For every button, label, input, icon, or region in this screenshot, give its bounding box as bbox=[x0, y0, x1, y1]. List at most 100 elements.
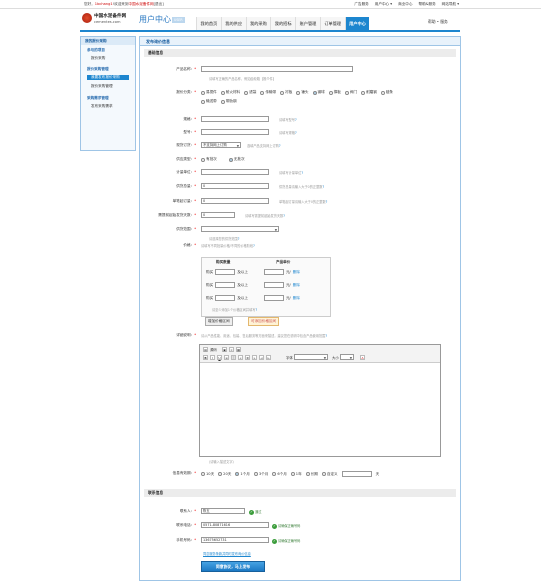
sidebar-item-publish-demand[interactable]: 发布采购需求 bbox=[91, 104, 113, 109]
tier-delete-link[interactable]: 删除 bbox=[293, 296, 300, 301]
top-link-ads[interactable]: 广告服务 bbox=[354, 2, 368, 7]
category-radio-row-1: 易损件 耐火材料 滤袋 传输带 衬板 锤头 钢球 撑板 阀门 耐磨钢 链条 bbox=[201, 90, 393, 95]
spec-hint: 请填写型号? bbox=[279, 118, 297, 122]
unit-input[interactable] bbox=[201, 169, 269, 175]
sidebar-item-quote-purchase[interactable]: 报价采购 bbox=[91, 56, 105, 61]
sidebar-section-demand[interactable]: 采购需求管理 bbox=[87, 96, 109, 101]
price-tier-tip: 可添加价格区间 bbox=[248, 317, 280, 326]
ordered-list-icon[interactable]: ≡ bbox=[224, 355, 229, 360]
align-center-icon[interactable]: ≣ bbox=[245, 355, 250, 360]
tier-qty-input[interactable] bbox=[215, 282, 236, 288]
validity-radios: 10天 20天 1个月 3个月 6个月 1年 长期 自定义 天 bbox=[201, 471, 379, 477]
submit-button[interactable]: 同意协议，马上发布 bbox=[201, 561, 265, 572]
tier-delete-link[interactable]: 删除 bbox=[293, 283, 300, 288]
validity-option-selected[interactable]: 1个月 bbox=[235, 472, 250, 477]
nav-user-center[interactable]: 用户中心 bbox=[344, 17, 370, 30]
unordered-list-icon[interactable]: ☰ bbox=[231, 355, 236, 360]
contact-name-input[interactable]: 陈五 bbox=[201, 508, 245, 514]
category-option[interactable]: 撑板 bbox=[328, 90, 341, 95]
size-select[interactable]: ▼ bbox=[340, 354, 354, 360]
paste-icon[interactable]: ▤ bbox=[203, 347, 208, 352]
tier-price-input[interactable] bbox=[263, 282, 284, 288]
category-option[interactable]: 传输带 bbox=[260, 90, 276, 95]
sidebar-item-quote-list[interactable]: 报价采购管理 bbox=[91, 84, 113, 89]
indent-icon[interactable]: ⇥ bbox=[259, 355, 264, 360]
bold-icon[interactable]: B bbox=[203, 355, 208, 360]
category-option[interactable]: 耐火材料 bbox=[220, 90, 240, 95]
user-center-label: 用户中心 bbox=[139, 15, 171, 24]
validity-option[interactable]: 1年 bbox=[290, 472, 302, 477]
chevron-down-icon: ▼ bbox=[236, 144, 239, 148]
model-input[interactable] bbox=[201, 129, 269, 135]
category-option[interactable]: 易损件 bbox=[201, 90, 217, 95]
top-link-help[interactable]: 帮助&服务 bbox=[418, 2, 435, 7]
validity-days-input[interactable] bbox=[341, 471, 372, 477]
contact-name-label: 联系人：* bbox=[179, 509, 196, 513]
tier-qty-input[interactable] bbox=[215, 295, 236, 301]
sidebar-section-projects[interactable]: 参与的项目 bbox=[87, 48, 105, 53]
link-icon[interactable]: ∞ bbox=[229, 347, 234, 352]
outdent-icon[interactable]: ⇤ bbox=[266, 355, 271, 360]
username-link[interactable]: 1bchang1 bbox=[95, 2, 113, 6]
sidebar-item-publish-quote[interactable]: 我要发布报价采购 bbox=[87, 75, 129, 80]
category-option[interactable]: 耐磨钢 bbox=[361, 90, 377, 95]
unit-hint: 请填写计量单位? bbox=[279, 171, 304, 175]
category-option[interactable]: 阀门 bbox=[344, 90, 357, 95]
delivery-days-input[interactable]: 0 bbox=[201, 212, 235, 218]
nav-orders[interactable]: 订单管理 bbox=[319, 17, 345, 30]
supply-type-option[interactable]: 有批次 bbox=[201, 157, 217, 162]
italic-icon[interactable]: I bbox=[210, 355, 215, 360]
site-logo[interactable]: 中国水泥备件网 cementes.com bbox=[82, 12, 134, 32]
help-service-link[interactable]: 帮助 • 服务 bbox=[428, 19, 448, 25]
text-color-icon[interactable]: A bbox=[360, 355, 365, 360]
category-option[interactable]: 带肋钢 bbox=[220, 99, 237, 104]
nav-bidding[interactable]: 我的招标 bbox=[270, 17, 296, 30]
validity-option[interactable]: 6个月 bbox=[272, 472, 287, 477]
supply-type-option-selected[interactable]: 无批次 bbox=[228, 157, 245, 162]
single-order-input[interactable]: 0 bbox=[201, 198, 269, 204]
rich-text-editor[interactable]: ▤ 源码 ▣ ∞ ▦ B I U ≡ ☰ ⫷ ≣ ⫸ ⇥ ⇤ 字体 ▼ 大小 ▼… bbox=[199, 344, 441, 457]
tier-price-input[interactable] bbox=[263, 269, 284, 275]
category-option-selected[interactable]: 钢球 bbox=[312, 90, 325, 95]
category-option[interactable]: 输送带 bbox=[201, 99, 217, 104]
top-link-business[interactable]: 商业中心 bbox=[398, 2, 412, 7]
validity-option[interactable]: 3个月 bbox=[253, 472, 268, 477]
align-right-icon[interactable]: ⫸ bbox=[252, 355, 257, 360]
contact-phone-input[interactable]: 0571-80871616 bbox=[201, 522, 269, 528]
font-select[interactable]: ▼ bbox=[294, 354, 328, 360]
sidebar-section-quote-manage[interactable]: 报价采购管理 bbox=[87, 67, 109, 72]
top-link-ucenter[interactable]: 用户中心 ▾ bbox=[375, 2, 392, 7]
site-name-link[interactable]: 中国水泥备件网 bbox=[128, 2, 153, 6]
category-option[interactable]: 锤头 bbox=[296, 90, 309, 95]
source-button[interactable]: 源码 bbox=[210, 347, 217, 352]
tier-qty-input[interactable] bbox=[215, 269, 236, 275]
table-icon[interactable]: ▦ bbox=[236, 347, 241, 352]
spec-input[interactable] bbox=[201, 116, 269, 122]
category-option[interactable]: 滤袋 bbox=[244, 90, 256, 95]
image-icon[interactable]: ▣ bbox=[222, 347, 227, 352]
validity-option[interactable]: 自定义 bbox=[321, 472, 338, 477]
nav-home[interactable]: 我的首页 bbox=[196, 17, 221, 30]
tier-delete-link[interactable]: 删除 bbox=[293, 270, 300, 275]
product-name-hint: 请填写正确的产品名称，例如齿轮箱【推介件】 bbox=[209, 77, 276, 81]
total-supply-input[interactable]: 0 bbox=[201, 183, 269, 189]
validity-option[interactable]: 长期 bbox=[305, 472, 318, 477]
nav-account[interactable]: 账户管理 bbox=[295, 17, 320, 30]
nav-supply[interactable]: 我的供应 bbox=[220, 17, 246, 30]
mobile-input[interactable]: 13675652731 bbox=[201, 537, 269, 543]
product-name-input[interactable] bbox=[201, 66, 353, 72]
nav-purchase[interactable]: 我的采购 bbox=[245, 17, 271, 30]
agreement-link[interactable]: 同意服务条款并同时发布询价信息 bbox=[203, 551, 251, 556]
logout-link[interactable]: [退出] bbox=[154, 2, 164, 6]
stock-select[interactable]: 不支持网上订购 ▼ bbox=[201, 142, 241, 148]
tier-price-input[interactable] bbox=[263, 295, 284, 301]
add-price-tier-button[interactable]: 增加价格区间 bbox=[205, 317, 233, 326]
region-select[interactable]: ▼ bbox=[201, 226, 279, 232]
top-link-sitenav[interactable]: 网站导航 ▾ bbox=[442, 2, 459, 7]
validity-option[interactable]: 10天 bbox=[201, 472, 214, 477]
validity-option[interactable]: 20天 bbox=[218, 472, 231, 477]
underline-icon[interactable]: U bbox=[217, 355, 222, 360]
category-option[interactable]: 链条 bbox=[380, 90, 393, 95]
align-left-icon[interactable]: ⫷ bbox=[238, 355, 243, 360]
category-option[interactable]: 衬板 bbox=[280, 90, 292, 95]
